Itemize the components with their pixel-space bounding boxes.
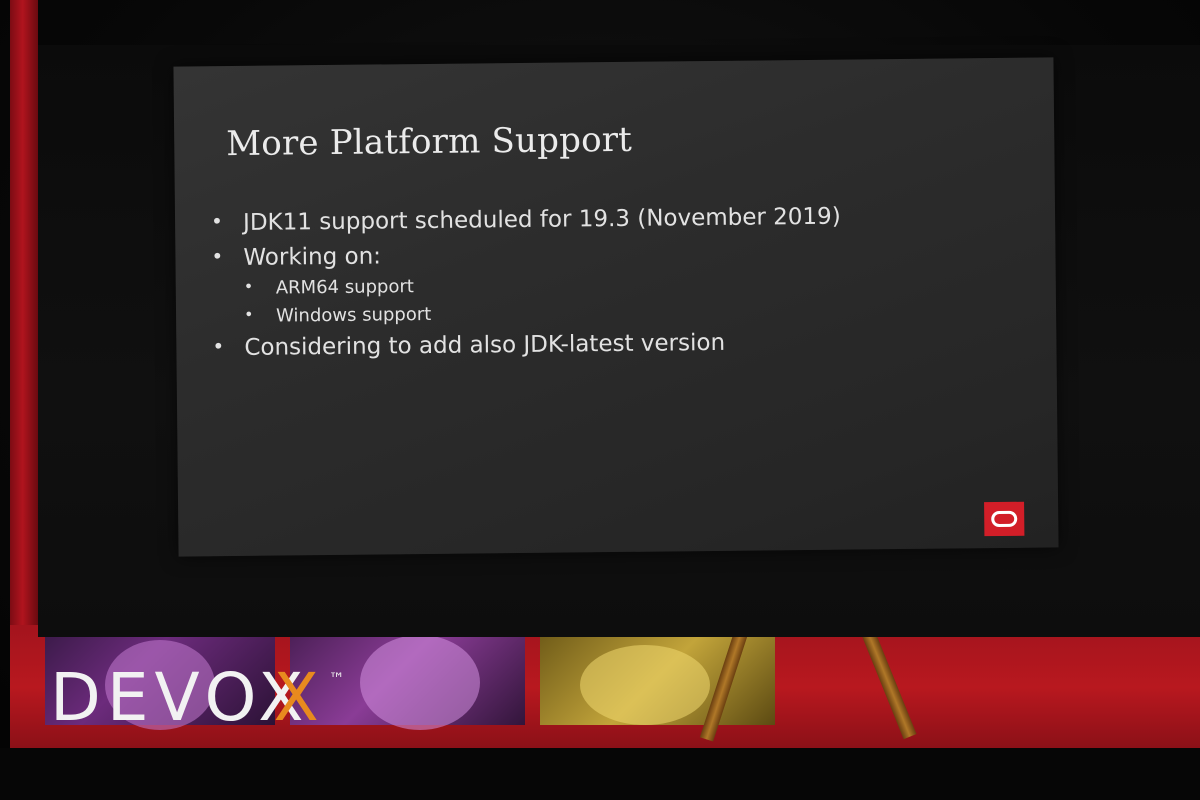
- sub-bullet-text: ARM64 support: [275, 276, 414, 299]
- devoxx-logo-letters: DEVOX: [50, 659, 310, 736]
- slide-title: More Platform Support: [226, 119, 633, 165]
- bullet-jdk-latest: Considering to add also JDK-latest versi…: [212, 324, 842, 365]
- devoxx-trademark: ™: [328, 669, 345, 688]
- oracle-logo-icon: [984, 501, 1025, 537]
- bullet-text: Considering to add also JDK-latest versi…: [244, 329, 726, 361]
- devoxx-logo-accent-x: X: [273, 659, 325, 736]
- devoxx-logo: DEVOXX ™: [50, 665, 345, 731]
- bullet-text: Working on:: [243, 242, 382, 271]
- bullet-working-on: Working on: ARM64 support Windows suppor…: [211, 234, 842, 331]
- slide-bullet-list: JDK11 support scheduled for 19.3 (Novemb…: [211, 200, 842, 366]
- photo-scene: More Platform Support JDK11 support sche…: [0, 0, 1200, 800]
- bullet-text: JDK11 support scheduled for 19.3 (Novemb…: [242, 203, 841, 236]
- oracle-ring-icon: [991, 510, 1018, 528]
- presentation-slide: More Platform Support JDK11 support sche…: [173, 57, 1059, 557]
- sub-bullet-list: ARM64 support Windows support: [244, 269, 842, 331]
- stage-floor: [0, 748, 1200, 800]
- sub-bullet-text: Windows support: [275, 303, 432, 327]
